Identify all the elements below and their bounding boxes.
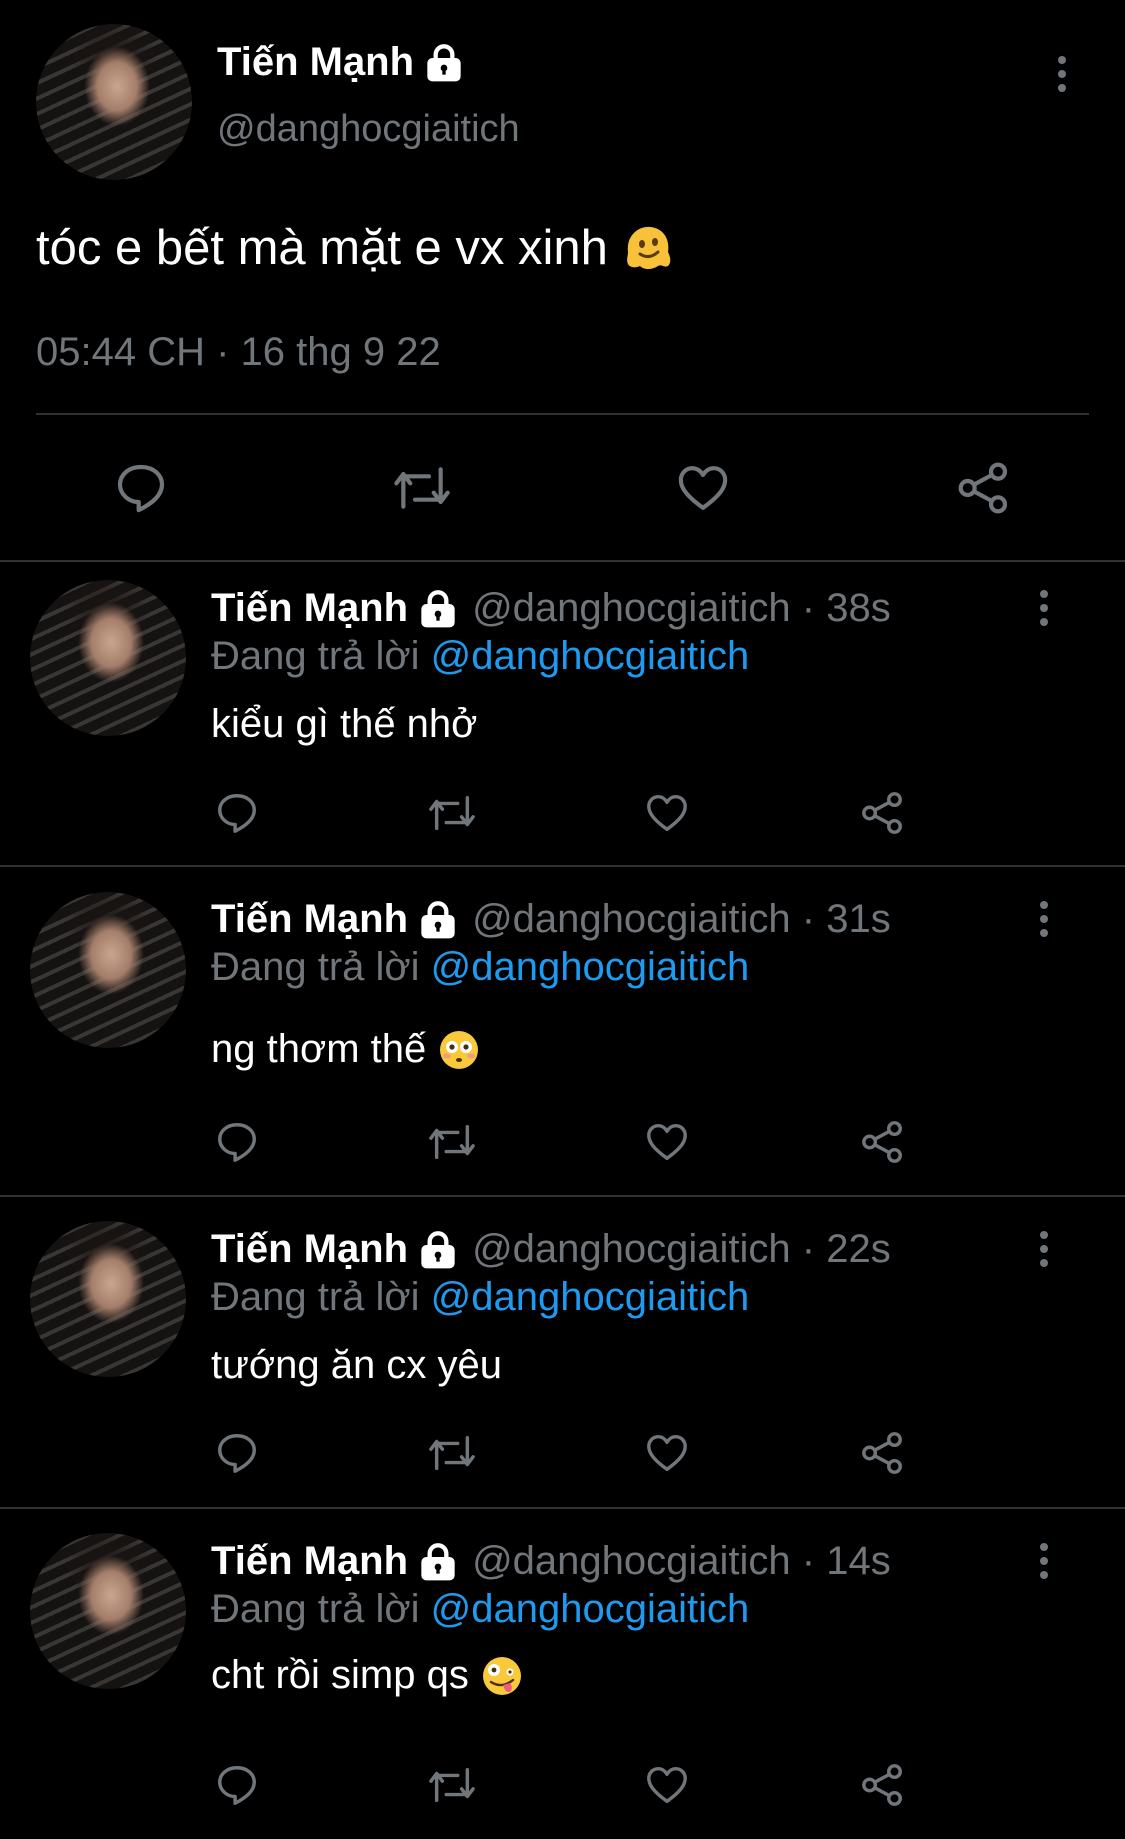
reply-header: Tiến Mạnh @danghocgiaitich · 22s [211,1227,891,1272]
tweet-timestamp[interactable]: 05:44 CH · 16 thg 9 22 [36,330,441,375]
lock-icon [421,900,455,938]
author-handle[interactable]: @danghocgiaitich [217,108,520,151]
replying-to: Đang trả lời @danghocgiaitich [211,1275,749,1320]
replying-to-label: Đang trả lời [211,945,420,989]
author-name-row[interactable]: Tiến Mạnh [217,40,464,85]
reply-text-row: tướng ăn cx yêu [211,1343,502,1388]
lock-icon [427,43,461,81]
flushed-face-emoji [440,1030,479,1069]
more-vertical-icon[interactable] [1038,1231,1050,1271]
author-handle-time[interactable]: @danghocgiaitich · 38s [472,586,891,631]
share-icon[interactable] [859,1119,907,1165]
share-icon[interactable] [955,460,1013,516]
replying-to-mention[interactable]: @danghocgiaitich [431,945,750,989]
replying-to-mention[interactable]: @danghocgiaitich [431,1587,750,1631]
reply-tweet[interactable]: Tiến Mạnh @danghocgiaitich · 14s Đang tr… [0,1509,1125,1839]
retweet-icon[interactable] [424,1430,480,1476]
reply-text: cht rồi simp qs [211,1653,469,1697]
more-vertical-icon[interactable] [1038,1543,1050,1583]
reply-text: ng thơm thế [211,1027,427,1071]
retweet-icon[interactable] [424,1762,480,1808]
author-name[interactable]: Tiến Mạnh [211,1539,408,1584]
replying-to-label: Đang trả lời [211,634,420,678]
avatar[interactable] [30,580,186,736]
replying-to: Đang trả lời @danghocgiaitich [211,1587,749,1632]
lock-icon [421,1230,455,1268]
heart-icon[interactable] [643,1430,691,1476]
author-name[interactable]: Tiến Mạnh [211,1227,408,1272]
reply-header: Tiến Mạnh @danghocgiaitich · 14s [211,1539,891,1584]
replying-to-label: Đang trả lời [211,1275,420,1319]
divider [36,413,1089,415]
more-vertical-icon[interactable] [1038,590,1050,630]
lock-icon [421,1542,455,1580]
more-vertical-icon[interactable] [1056,56,1068,96]
replying-to: Đang trả lời @danghocgiaitich [211,634,749,679]
share-icon[interactable] [859,1430,907,1476]
reply-icon[interactable] [213,1119,261,1165]
reply-text: kiểu gì thế nhở [211,702,478,746]
reply-header: Tiến Mạnh @danghocgiaitich · 38s [211,586,891,631]
reply-text: tướng ăn cx yêu [211,1343,502,1387]
reply-icon[interactable] [213,790,261,836]
heart-icon[interactable] [643,1762,691,1808]
reply-tweet[interactable]: Tiến Mạnh @danghocgiaitich · 38s Đang tr… [0,562,1125,865]
reply-text-row: kiểu gì thế nhở [211,702,477,747]
reply-tweet[interactable]: Tiến Mạnh @danghocgiaitich · 31s Đang tr… [0,867,1125,1195]
replying-to-label: Đang trả lời [211,1587,420,1631]
reply-header: Tiến Mạnh @danghocgiaitich · 31s [211,897,891,942]
melting-face-emoji [627,226,671,269]
reply-icon[interactable] [112,460,170,516]
reply-text-row: ng thơm thế [211,1027,480,1072]
author-name[interactable]: Tiến Mạnh [211,897,408,942]
retweet-icon[interactable] [424,790,480,836]
zany-face-emoji [482,1656,521,1695]
reply-icon[interactable] [213,1430,261,1476]
retweet-icon[interactable] [388,460,456,516]
reply-tweet[interactable]: Tiến Mạnh @danghocgiaitich · 22s Đang tr… [0,1197,1125,1507]
tweet-text-row: tóc e bết mà mặt e vx xinh [36,220,674,276]
avatar[interactable] [30,1221,186,1377]
replying-to-mention[interactable]: @danghocgiaitich [431,634,750,678]
tweet-text: tóc e bết mà mặt e vx xinh [36,221,608,275]
main-tweet: Tiến Mạnh @danghocgiaitich tóc e bết mà … [0,0,1125,560]
author-handle-time[interactable]: @danghocgiaitich · 31s [472,897,891,942]
replying-to: Đang trả lời @danghocgiaitich [211,945,749,990]
retweet-icon[interactable] [424,1119,480,1165]
heart-icon[interactable] [643,1119,691,1165]
replying-to-mention[interactable]: @danghocgiaitich [431,1275,750,1319]
more-vertical-icon[interactable] [1038,901,1050,941]
author-handle-time[interactable]: @danghocgiaitich · 14s [472,1539,891,1584]
share-icon[interactable] [859,790,907,836]
avatar[interactable] [30,1533,186,1689]
reply-icon[interactable] [213,1762,261,1808]
avatar[interactable] [30,892,186,1048]
author-name[interactable]: Tiến Mạnh [211,586,408,631]
author-handle-time[interactable]: @danghocgiaitich · 22s [472,1227,891,1272]
heart-icon[interactable] [643,790,691,836]
author-name[interactable]: Tiến Mạnh [217,40,414,85]
share-icon[interactable] [859,1762,907,1808]
lock-icon [421,589,455,627]
reply-text-row: cht rồi simp qs [211,1653,523,1698]
heart-icon[interactable] [673,460,733,516]
avatar[interactable] [36,24,192,180]
